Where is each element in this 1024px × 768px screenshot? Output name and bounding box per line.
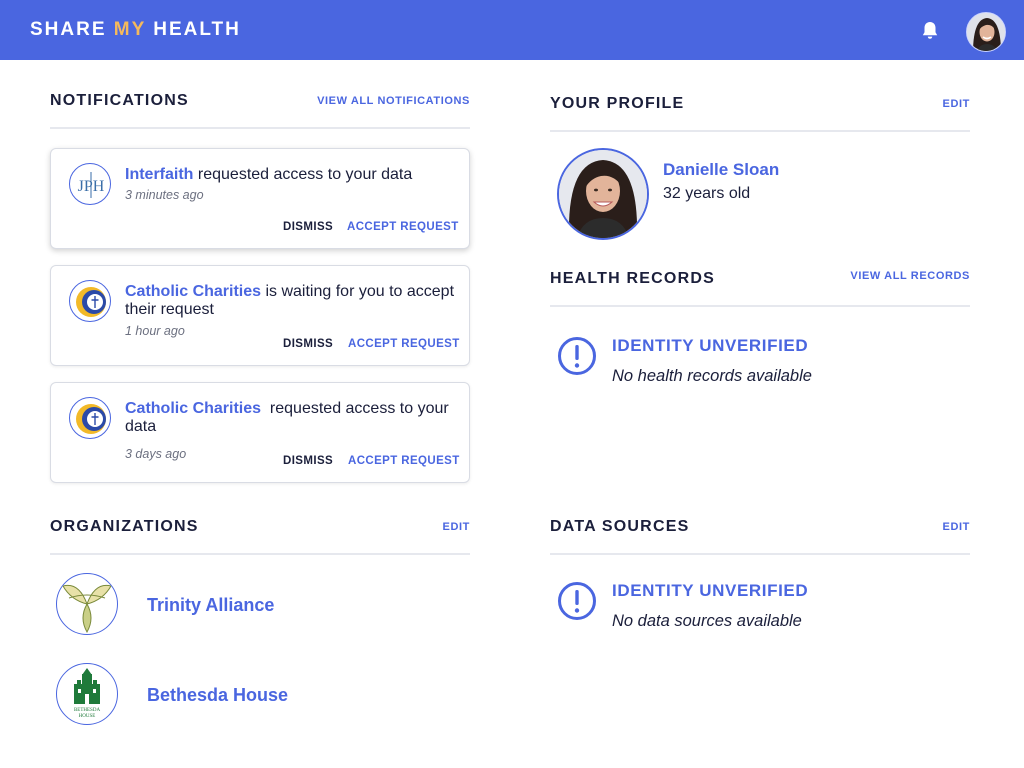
health-records-header: HEALTH RECORDS VIEW ALL RECORDS	[550, 270, 970, 307]
view-all-notifications-link[interactable]: VIEW ALL NOTIFICATIONS	[317, 95, 470, 107]
profile-title: YOUR PROFILE	[550, 95, 685, 112]
dismiss-button[interactable]: DISMISS	[283, 338, 333, 350]
notification-card: JPH Interfaith requested access to your …	[50, 148, 470, 249]
notifications-header: NOTIFICATIONS VIEW ALL NOTIFICATIONS	[50, 92, 470, 129]
notification-message: Interfaith requested access to your data	[125, 166, 413, 183]
top-navigation-bar: SHARE MY HEALTH	[0, 0, 1024, 60]
user-avatar[interactable]	[966, 12, 1006, 52]
organizations-title: ORGANIZATIONS	[50, 518, 199, 535]
identity-status: IDENTITY UNVERIFIED	[612, 581, 809, 600]
catholic-charities-logo-icon	[69, 280, 111, 322]
identity-status: IDENTITY UNVERIFIED	[612, 336, 809, 355]
notification-time: 3 days ago	[125, 447, 187, 461]
profile-age: 32 years old	[663, 185, 751, 202]
bethesda-logo-text: BETHESDA	[74, 708, 101, 713]
notification-card: Catholic Charities is waiting for you to…	[50, 265, 470, 366]
accept-request-button[interactable]: ACCEPT REQUEST	[348, 455, 460, 467]
edit-profile-link[interactable]: EDIT	[943, 98, 970, 110]
health-records-empty-message: No health records available	[612, 367, 812, 385]
app-logo[interactable]: SHARE MY HEALTH	[30, 19, 241, 41]
profile-photo	[557, 148, 649, 240]
edit-organizations-link[interactable]: EDIT	[443, 521, 470, 533]
alert-icon	[557, 581, 597, 621]
notification-card: Catholic Charities requested access to y…	[50, 382, 470, 483]
notification-message: Catholic Charities requested access to y…	[125, 400, 454, 435]
data-sources-title: DATA SOURCES	[550, 518, 690, 535]
notifications-title: NOTIFICATIONS	[50, 92, 189, 109]
organizations-header: ORGANIZATIONS EDIT	[50, 518, 470, 555]
bell-icon[interactable]	[918, 19, 942, 43]
dismiss-button[interactable]: DISMISS	[283, 455, 333, 467]
profile-header: YOUR PROFILE EDIT	[550, 95, 970, 132]
organization-link-trinity-alliance[interactable]: Trinity Alliance	[147, 595, 274, 616]
dismiss-button[interactable]: DISMISS	[283, 221, 333, 233]
catholic-charities-logo-icon	[69, 397, 111, 439]
bethesda-logo-text: HOUSE	[79, 714, 96, 719]
organization-link-bethesda-house[interactable]: Bethesda House	[147, 685, 288, 706]
alert-icon	[557, 336, 597, 376]
data-sources-header: DATA SOURCES EDIT	[550, 518, 970, 555]
trinity-alliance-logo-icon	[56, 573, 118, 635]
edit-data-sources-link[interactable]: EDIT	[943, 521, 970, 533]
bethesda-house-logo-icon: BETHESDA HOUSE	[56, 663, 118, 725]
accept-request-button[interactable]: ACCEPT REQUEST	[348, 338, 460, 350]
notification-time: 1 hour ago	[125, 324, 185, 338]
view-all-records-link[interactable]: VIEW ALL RECORDS	[850, 270, 970, 282]
notification-time: 3 minutes ago	[125, 188, 204, 202]
notification-message: Catholic Charities is waiting for you to…	[125, 283, 455, 318]
health-records-title: HEALTH RECORDS	[550, 270, 715, 287]
accept-request-button[interactable]: ACCEPT REQUEST	[347, 221, 459, 233]
interfaith-logo-icon: JPH	[69, 163, 111, 205]
data-sources-empty-message: No data sources available	[612, 612, 802, 630]
profile-name: Danielle Sloan	[663, 160, 780, 179]
